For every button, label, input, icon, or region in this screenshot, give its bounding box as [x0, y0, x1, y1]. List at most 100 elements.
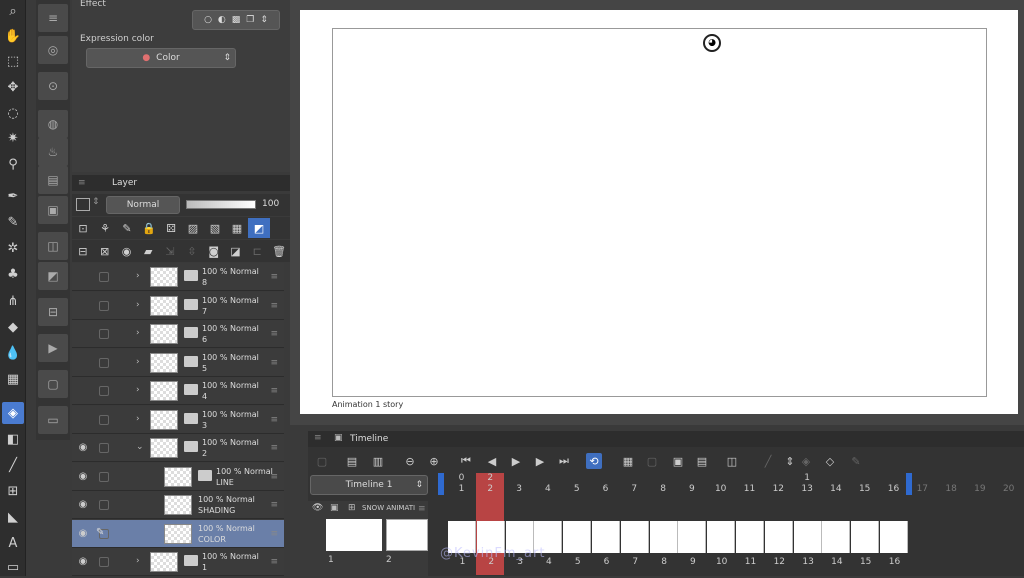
layer-check-box[interactable]: [99, 357, 109, 368]
frame-number[interactable]: 17: [908, 484, 937, 494]
reference-icon[interactable]: ⚘: [94, 218, 116, 238]
delete-icon[interactable]: 🗑: [268, 241, 290, 261]
pen-icon[interactable]: ✒: [2, 185, 24, 207]
subtool-icon[interactable]: ◎: [38, 36, 68, 64]
expand-icon[interactable]: ⊞: [348, 503, 356, 513]
eye-icon[interactable]: [77, 385, 89, 397]
magic-wand-icon[interactable]: ✷: [2, 127, 24, 149]
blend-mode-select[interactable]: Normal: [106, 196, 180, 214]
expand-arrow-icon[interactable]: ⌄: [136, 442, 144, 452]
layer-check-box[interactable]: [99, 443, 109, 453]
frame-cell[interactable]: [649, 521, 678, 553]
transfer-icon[interactable]: ⇲: [159, 241, 181, 261]
layer-check-box[interactable]: [99, 272, 109, 282]
eye-icon[interactable]: [77, 357, 89, 369]
layer-check-box[interactable]: [99, 414, 109, 425]
frame-cell[interactable]: [678, 521, 707, 553]
combine-icon[interactable]: ⇳: [181, 241, 203, 261]
subtool-icon[interactable]: ⊙: [38, 72, 68, 100]
cel-thumb-1[interactable]: [326, 519, 382, 551]
layer-menu-icon[interactable]: ≡: [270, 557, 278, 567]
frame-number[interactable]: 18: [937, 484, 966, 494]
expand-arrow-icon[interactable]: ›: [136, 414, 140, 424]
link-icon[interactable]: ⊏: [246, 241, 268, 261]
eye-icon[interactable]: ◉: [77, 471, 89, 483]
new-vector-icon[interactable]: ⊠: [94, 241, 116, 261]
layer-row[interactable]: ◉ 100 % Normal LINE ≡: [72, 462, 284, 491]
move-icon[interactable]: ✥: [2, 76, 24, 98]
eye-icon[interactable]: ◉: [77, 528, 89, 540]
layer-check-box[interactable]: [99, 471, 109, 482]
fill-icon[interactable]: ◈: [2, 402, 24, 424]
text-icon[interactable]: A: [2, 532, 24, 554]
balloon-icon[interactable]: ▭: [2, 556, 24, 578]
expand-arrow-icon[interactable]: ›: [136, 328, 140, 338]
grid-icon[interactable]: ▦: [2, 368, 24, 390]
line-icon[interactable]: ╱: [2, 454, 24, 476]
frame-cell[interactable]: [592, 521, 620, 553]
mask-enable-icon[interactable]: ▧: [204, 218, 226, 238]
gradient-icon[interactable]: ◧: [2, 428, 24, 450]
frame-cell[interactable]: [707, 521, 736, 553]
brush-icon[interactable]: ✲: [2, 237, 24, 259]
expand-arrow-icon[interactable]: ›: [136, 556, 140, 566]
expand-arrow-icon[interactable]: ›: [136, 271, 140, 281]
frame-number[interactable]: 19: [965, 484, 994, 494]
layer-row[interactable]: ◉ ⌄ 100 % Normal 2 ≡: [72, 434, 284, 462]
subtool-icon[interactable]: ▢: [38, 370, 68, 398]
airbrush-icon[interactable]: ⋔: [2, 290, 24, 312]
layer-menu-icon[interactable]: ≡: [270, 500, 278, 510]
frame-cell[interactable]: [620, 521, 649, 553]
expression-color-select[interactable]: ● Color ⇕: [86, 48, 236, 68]
eye-icon[interactable]: ◉: [77, 556, 89, 568]
stepper-icon[interactable]: ⇕: [92, 197, 102, 213]
layer-menu-icon[interactable]: ≡: [270, 358, 278, 368]
layer-check-box[interactable]: [99, 386, 109, 396]
opacity-slider[interactable]: [186, 200, 256, 209]
expand-arrow-icon[interactable]: ›: [136, 300, 140, 310]
clip-icon[interactable]: ⊡: [72, 218, 94, 238]
layer-menu-icon[interactable]: ≡: [270, 386, 278, 396]
layer-menu-icon[interactable]: ≡: [270, 272, 278, 282]
tab-layer[interactable]: Layer: [92, 178, 145, 188]
eye-icon[interactable]: [77, 300, 89, 312]
eye-icon[interactable]: ◉: [77, 442, 89, 454]
layer-row[interactable]: ◉ › 100 % Normal 1 ≡: [72, 548, 284, 576]
frame-cell[interactable]: [851, 521, 880, 553]
frame-number[interactable]: 20: [994, 484, 1023, 494]
subtool-icon[interactable]: ▭: [38, 406, 68, 434]
frame-cell[interactable]: [793, 521, 822, 553]
layer-row[interactable]: › 100 % Normal 7 ≡: [72, 291, 284, 320]
subtool-icon[interactable]: ≡: [38, 4, 68, 32]
layers-icon[interactable]: ◩: [38, 262, 68, 290]
new-animation-folder-icon[interactable]: ◉: [116, 241, 138, 261]
lock-transparent-icon[interactable]: ⚄: [160, 218, 182, 238]
cel-thumb-2[interactable]: [386, 519, 428, 551]
layer-row[interactable]: › 100 % Normal 8 ≡: [72, 263, 284, 291]
layer-menu-icon[interactable]: ≡: [270, 443, 278, 453]
layer-color-icon[interactable]: [76, 198, 90, 211]
operation-icon[interactable]: ⬚: [2, 50, 24, 72]
effect-selector[interactable]: ○ ◐ ▩ ❐ ⇕: [192, 10, 280, 30]
eraser-icon[interactable]: ◆: [2, 316, 24, 338]
subtool-icon[interactable]: ▤: [38, 166, 68, 194]
mask-add-icon[interactable]: ◙: [203, 241, 225, 261]
ruler-icon[interactable]: ◣: [2, 506, 24, 528]
layer-check-box[interactable]: [99, 300, 109, 311]
layer-menu-icon[interactable]: ≡: [270, 415, 278, 425]
zoom-icon[interactable]: ⌕: [2, 0, 24, 22]
eyedropper-icon[interactable]: ⚲: [2, 153, 24, 175]
layers-icon[interactable]: ◫: [38, 232, 68, 260]
layer-check-box[interactable]: [99, 557, 109, 567]
pencil-icon[interactable]: ✎: [2, 211, 24, 233]
ruler-link-icon[interactable]: ▦: [226, 218, 248, 238]
layer-row[interactable]: › 100 % Normal 3 ≡: [72, 405, 284, 434]
layer-menu-icon[interactable]: ≡: [270, 472, 278, 482]
new-folder-icon[interactable]: ▰: [137, 241, 159, 261]
eye-icon[interactable]: [77, 271, 89, 283]
subtool-icon[interactable]: ⊟: [38, 298, 68, 326]
frame-cell[interactable]: [880, 521, 908, 553]
blend-icon[interactable]: 💧: [2, 342, 24, 364]
layer-check-box[interactable]: [99, 329, 109, 339]
lock-icon[interactable]: 🔒: [138, 218, 160, 238]
